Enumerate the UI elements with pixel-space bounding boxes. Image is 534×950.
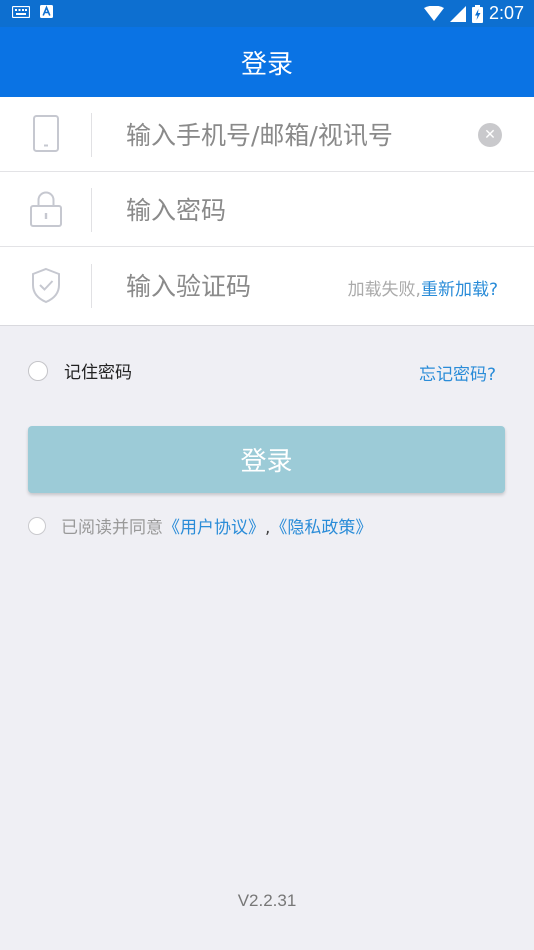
captcha-reload-link[interactable]: 重新加载? (421, 280, 498, 300)
app-bar: 登录 (0, 27, 534, 97)
signal-icon (449, 5, 466, 22)
password-row (0, 172, 534, 247)
status-bar: 2:07 (0, 0, 534, 27)
phone-input[interactable] (126, 115, 466, 155)
close-icon: ✕ (484, 127, 496, 143)
captcha-status: 加载失败,重新加载? (348, 275, 498, 300)
status-time: 2:07 (488, 3, 524, 23)
agreement-row: 已阅读并同意《用户协议》,《隐私政策》 (28, 513, 372, 538)
lock-icon (30, 191, 62, 227)
keyboard-icon (12, 5, 30, 18)
captcha-input[interactable] (126, 266, 316, 306)
remember-password-label: 记住密码 (64, 363, 132, 383)
text-a-icon (40, 5, 53, 18)
page-title: 登录 (240, 49, 293, 80)
login-button-label: 登录 (240, 447, 293, 477)
remember-password-option[interactable]: 记住密码 (28, 358, 132, 383)
app-version: V2.2.31 (237, 891, 297, 910)
login-button[interactable]: 登录 (28, 426, 505, 493)
captcha-separator (91, 264, 92, 308)
forgot-password-link[interactable]: 忘记密码? (419, 360, 496, 385)
phone-icon (33, 115, 59, 152)
clear-input-button[interactable]: ✕ (478, 123, 502, 147)
agreement-radio[interactable] (28, 516, 46, 535)
battery-icon (471, 4, 483, 23)
phone-separator (91, 113, 92, 157)
shield-check-icon (32, 267, 60, 304)
captcha-failed-text: 加载失败, (347, 280, 421, 300)
wifi-icon (423, 5, 444, 21)
status-left-icons (12, 5, 53, 18)
agreement-text: 已阅读并同意《用户协议》,《隐私政策》 (61, 513, 372, 538)
privacy-policy-link[interactable]: 《隐私政策》 (270, 518, 372, 538)
password-input[interactable] (126, 190, 486, 230)
remember-password-radio[interactable] (28, 360, 48, 381)
login-form: ✕ 加载失败,重新加载? (0, 97, 534, 326)
status-right-icons: 2:07 (423, 3, 524, 24)
agreement-prefix: 已阅读并同意 (61, 518, 163, 538)
user-agreement-link[interactable]: 《用户协议》 (163, 518, 265, 538)
captcha-row: 加载失败,重新加载? (0, 248, 534, 326)
phone-row: ✕ (0, 97, 534, 172)
password-separator (91, 188, 92, 232)
